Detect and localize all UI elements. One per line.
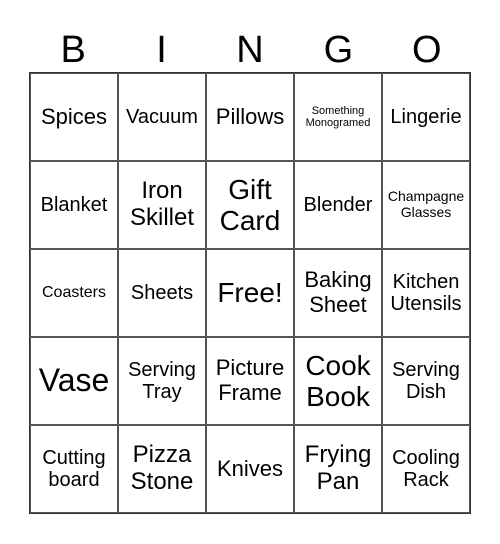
header-letter-g: G — [323, 29, 354, 71]
bingo-cell[interactable]: Cutting board — [30, 425, 118, 513]
bingo-cell[interactable]: Cooling Rack — [382, 425, 470, 513]
bingo-cell[interactable]: Lingerie — [382, 73, 470, 161]
bingo-cell[interactable]: Serving Tray — [118, 337, 206, 425]
bingo-cell[interactable]: Gift Card — [206, 161, 294, 249]
free-space-cell[interactable]: Free! — [206, 249, 294, 337]
bingo-cell[interactable]: Picture Frame — [206, 337, 294, 425]
bingo-cell[interactable]: Something Monogramed — [294, 73, 382, 161]
bingo-cell[interactable]: Sheets — [118, 249, 206, 337]
bingo-grid: Spices Vacuum Pillows Something Monogram… — [29, 72, 471, 514]
bingo-cell[interactable]: Pillows — [206, 73, 294, 161]
bingo-cell[interactable]: Spices — [30, 73, 118, 161]
header-letter-o: O — [411, 29, 442, 71]
header-letter-i: I — [156, 29, 167, 71]
bingo-cell[interactable]: Blanket — [30, 161, 118, 249]
bingo-cell[interactable]: Vase — [30, 337, 118, 425]
bingo-header: B I N G O — [29, 28, 471, 72]
bingo-cell[interactable]: Iron Skillet — [118, 161, 206, 249]
bingo-cell[interactable]: Vacuum — [118, 73, 206, 161]
bingo-cell[interactable]: Kitchen Utensils — [382, 249, 470, 337]
bingo-cell[interactable]: Baking Sheet — [294, 249, 382, 337]
header-letter-n: N — [236, 29, 264, 71]
bingo-cell[interactable]: Serving Dish — [382, 337, 470, 425]
bingo-cell[interactable]: Cook Book — [294, 337, 382, 425]
bingo-cell[interactable]: Frying Pan — [294, 425, 382, 513]
bingo-cell[interactable]: Coasters — [30, 249, 118, 337]
bingo-cell[interactable]: Pizza Stone — [118, 425, 206, 513]
header-letter-b: B — [60, 29, 86, 71]
bingo-cell[interactable]: Blender — [294, 161, 382, 249]
bingo-cell[interactable]: Champagne Glasses — [382, 161, 470, 249]
bingo-cell[interactable]: Knives — [206, 425, 294, 513]
